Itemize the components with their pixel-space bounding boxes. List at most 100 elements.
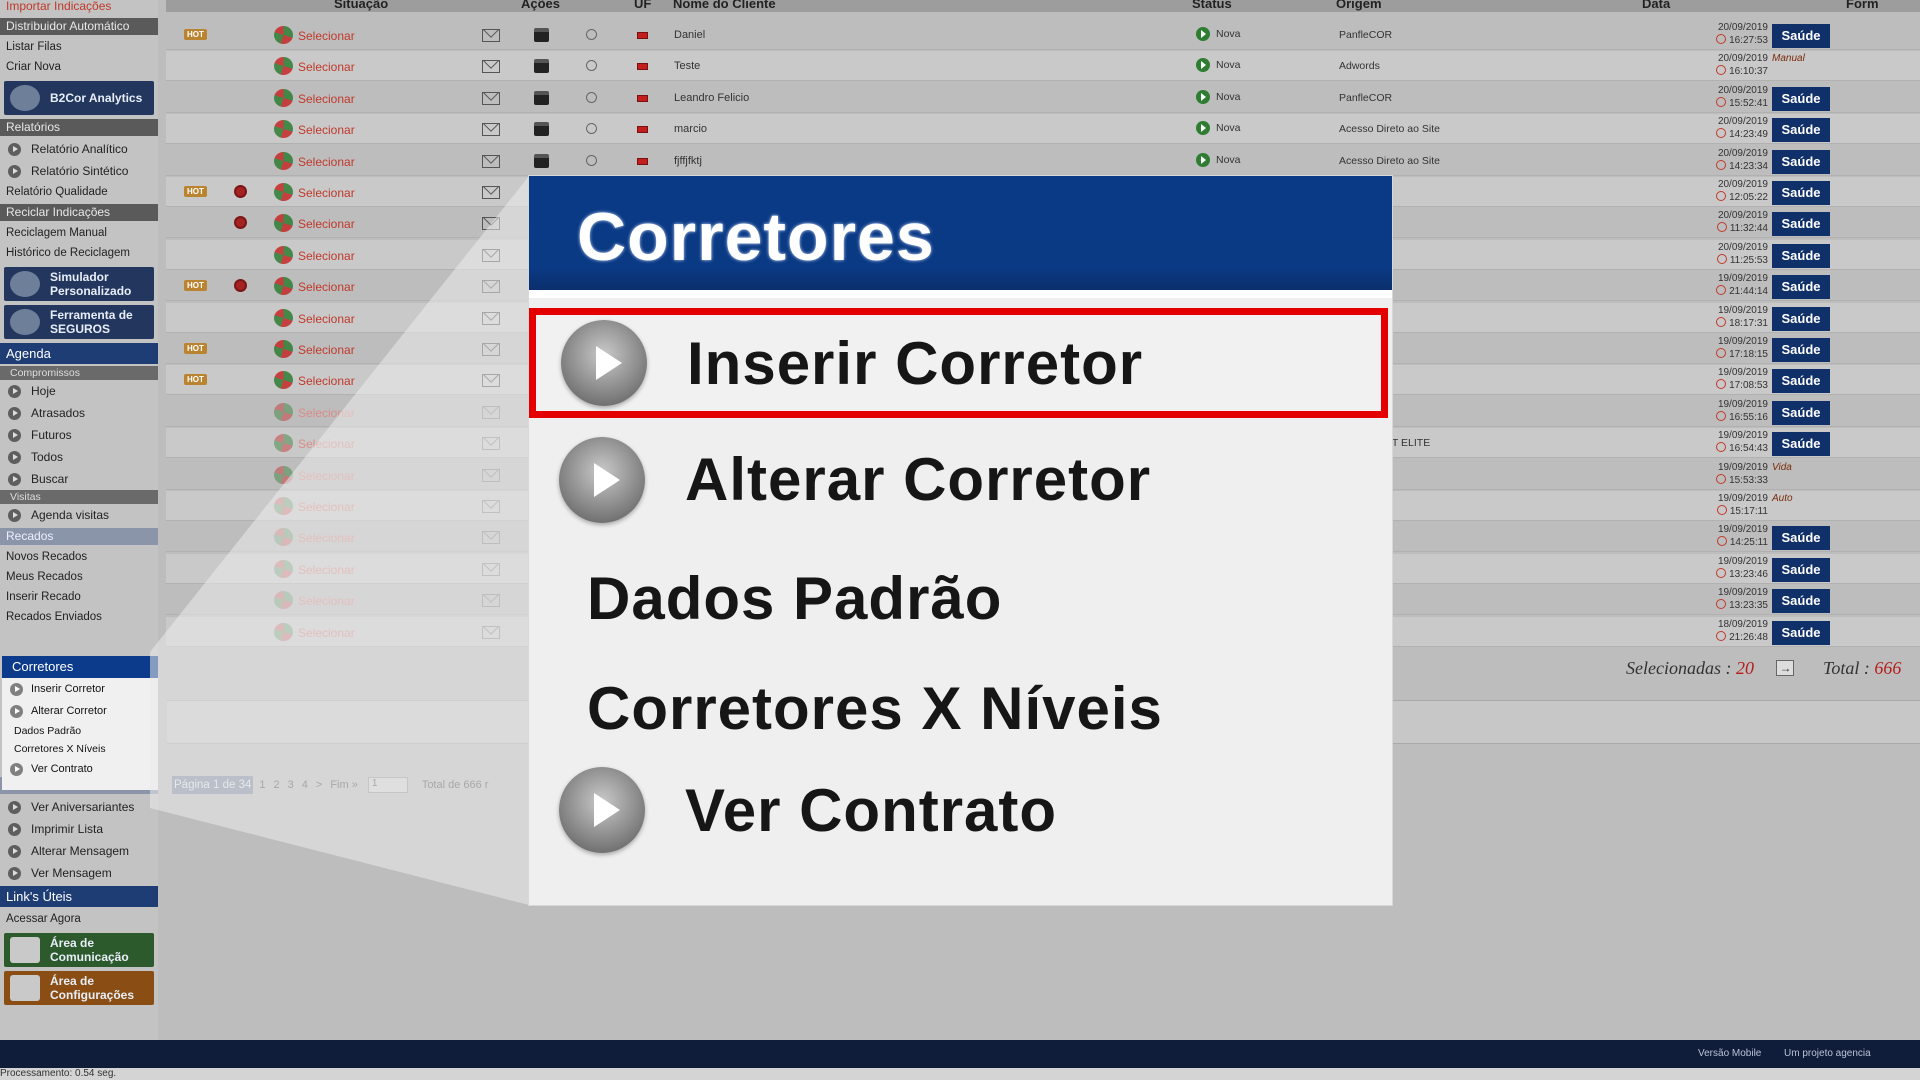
- envelope-icon[interactable]: [482, 60, 500, 74]
- select-link[interactable]: Selecionar: [298, 249, 355, 263]
- table-row[interactable]: Selecionar fjffjfktj Nova Acesso Direto ao …: [166, 146, 1920, 176]
- envelope-icon[interactable]: [482, 468, 500, 482]
- select-link[interactable]: Selecionar: [298, 563, 355, 577]
- next-page-link[interactable]: >: [316, 779, 322, 791]
- table-row[interactable]: Selecionar Teste Nova Adwords 20/09/2019 16:1…: [166, 51, 1920, 82]
- reciclagem-manual-link[interactable]: Reciclagem Manual: [0, 223, 158, 243]
- select-link[interactable]: Selecionar: [298, 155, 355, 169]
- printer-icon[interactable]: [534, 122, 549, 137]
- ferramenta-seguros-banner[interactable]: Ferramenta de SEGUROS: [4, 305, 154, 339]
- inserir-recado-link[interactable]: Inserir Recado: [0, 587, 158, 607]
- form-button[interactable]: Saúde: [1772, 620, 1830, 645]
- select-link[interactable]: Selecionar: [298, 60, 355, 74]
- ver-contrato-link-small[interactable]: Ver Contrato: [2, 758, 158, 780]
- imprimir-lista-link[interactable]: Imprimir Lista: [0, 818, 158, 840]
- corretores-niveis-link-small[interactable]: Corretores X Níveis: [2, 740, 158, 758]
- form-button[interactable]: Saúde: [1772, 589, 1830, 614]
- client-name[interactable]: fjffjfktj: [674, 155, 702, 167]
- agenda-visitas-link[interactable]: Agenda visitas: [0, 504, 158, 526]
- envelope-icon[interactable]: [482, 154, 500, 168]
- simulador-banner[interactable]: Simulador Personalizado: [4, 267, 154, 301]
- ver-contrato-menu-item[interactable]: Ver Contrato: [529, 760, 1392, 860]
- select-link[interactable]: Selecionar: [298, 280, 355, 294]
- ver-mensagem-link[interactable]: Ver Mensagem: [0, 862, 158, 884]
- client-name[interactable]: Teste: [674, 60, 700, 72]
- historico-reciclagem-link[interactable]: Histórico de Reciclagem: [0, 243, 158, 263]
- dados-padrao-menu-item[interactable]: Dados Padrão: [529, 541, 1392, 656]
- form-button[interactable]: Saúde: [1772, 306, 1830, 331]
- whatsapp-icon[interactable]: [586, 60, 597, 72]
- table-row[interactable]: Selecionar Leandro Felicio Nova PanfleCOR 20…: [166, 83, 1920, 113]
- printer-icon[interactable]: [534, 28, 549, 42]
- form-button[interactable]: Saúde: [1772, 149, 1830, 174]
- envelope-icon[interactable]: [482, 248, 500, 262]
- corretores-niveis-menu-item[interactable]: Corretores X Níveis: [529, 656, 1392, 760]
- agenda-futuros-link[interactable]: Futuros: [0, 424, 158, 446]
- form-button[interactable]: Saúde: [1772, 24, 1830, 48]
- relatorio-sintetico-link[interactable]: Relatório Sintético: [0, 160, 158, 182]
- form-button[interactable]: Saúde: [1772, 86, 1830, 111]
- relatorio-analitico-link[interactable]: Relatório Analítico: [0, 138, 158, 160]
- arrow-right-icon[interactable]: →: [1776, 660, 1795, 676]
- envelope-icon[interactable]: [482, 91, 500, 105]
- last-page-link[interactable]: Fim »: [330, 779, 358, 791]
- form-type-icon[interactable]: Auto: [1772, 493, 1793, 504]
- select-link[interactable]: Selecionar: [298, 312, 355, 326]
- form-type-icon[interactable]: Manual: [1772, 53, 1805, 64]
- form-button[interactable]: Saúde: [1772, 212, 1830, 237]
- versao-mobile-link[interactable]: Versão Mobile: [1698, 1048, 1761, 1059]
- form-button[interactable]: Saúde: [1772, 338, 1830, 362]
- select-link[interactable]: Selecionar: [298, 469, 355, 483]
- envelope-icon[interactable]: [482, 343, 500, 356]
- envelope-icon[interactable]: [482, 374, 500, 388]
- whatsapp-icon[interactable]: [586, 91, 597, 103]
- printer-icon[interactable]: [534, 153, 549, 168]
- whatsapp-icon[interactable]: [586, 29, 597, 40]
- select-link[interactable]: Selecionar: [298, 374, 355, 388]
- alterar-corretor-link-small[interactable]: Alterar Corretor: [2, 700, 158, 722]
- select-link[interactable]: Selecionar: [298, 186, 355, 200]
- relatorio-qualidade-link[interactable]: Relatório Qualidade: [0, 182, 158, 202]
- client-name[interactable]: marcio: [674, 123, 707, 135]
- area-comunicacao-banner[interactable]: Área de Comunicação: [4, 933, 154, 967]
- form-button[interactable]: Saúde: [1772, 432, 1830, 457]
- form-button[interactable]: Saúde: [1772, 275, 1830, 300]
- form-button[interactable]: Saúde: [1772, 181, 1830, 205]
- agenda-todos-link[interactable]: Todos: [0, 446, 158, 468]
- envelope-icon[interactable]: [482, 405, 500, 419]
- agenda-hoje-link[interactable]: Hoje: [0, 380, 158, 402]
- form-button[interactable]: Saúde: [1772, 526, 1830, 551]
- alterar-mensagem-link[interactable]: Alterar Mensagem: [0, 840, 158, 862]
- acessar-agora-link[interactable]: Acessar Agora: [0, 909, 158, 929]
- table-row[interactable]: Selecionar marcio Nova Acesso Direto ao Sit…: [166, 114, 1920, 145]
- area-configuracoes-banner[interactable]: Área de Configurações: [4, 971, 154, 1005]
- envelope-icon[interactable]: [482, 437, 500, 451]
- select-link[interactable]: Selecionar: [298, 437, 355, 451]
- select-link[interactable]: Selecionar: [298, 343, 355, 357]
- recados-enviados-link[interactable]: Recados Enviados: [0, 607, 158, 627]
- envelope-icon[interactable]: [482, 625, 500, 639]
- dados-padrao-link-small[interactable]: Dados Padrão: [2, 722, 158, 740]
- page-link[interactable]: 4: [302, 779, 308, 791]
- inserir-corretor-menu-item[interactable]: Inserir Corretor: [529, 308, 1388, 418]
- meus-recados-link[interactable]: Meus Recados: [0, 567, 158, 587]
- select-link[interactable]: Selecionar: [298, 626, 355, 640]
- printer-icon[interactable]: [534, 59, 549, 74]
- select-link[interactable]: Selecionar: [298, 92, 355, 106]
- agenda-buscar-link[interactable]: Buscar: [0, 468, 158, 490]
- envelope-icon[interactable]: [482, 217, 500, 231]
- select-link[interactable]: Selecionar: [298, 531, 355, 545]
- select-link[interactable]: Selecionar: [298, 500, 355, 514]
- page-link[interactable]: 3: [288, 779, 294, 791]
- whatsapp-icon[interactable]: [586, 123, 597, 135]
- client-name[interactable]: Daniel: [674, 29, 705, 41]
- printer-icon[interactable]: [534, 90, 549, 105]
- form-button[interactable]: Saúde: [1772, 243, 1830, 268]
- select-link[interactable]: Selecionar: [298, 217, 355, 231]
- select-link[interactable]: Selecionar: [298, 406, 355, 420]
- client-name[interactable]: Leandro Felicio: [674, 92, 749, 104]
- listar-filas-link[interactable]: Listar Filas: [0, 37, 158, 57]
- criar-nova-link[interactable]: Criar Nova: [0, 57, 158, 77]
- envelope-icon[interactable]: [482, 29, 500, 42]
- envelope-icon[interactable]: [482, 562, 500, 576]
